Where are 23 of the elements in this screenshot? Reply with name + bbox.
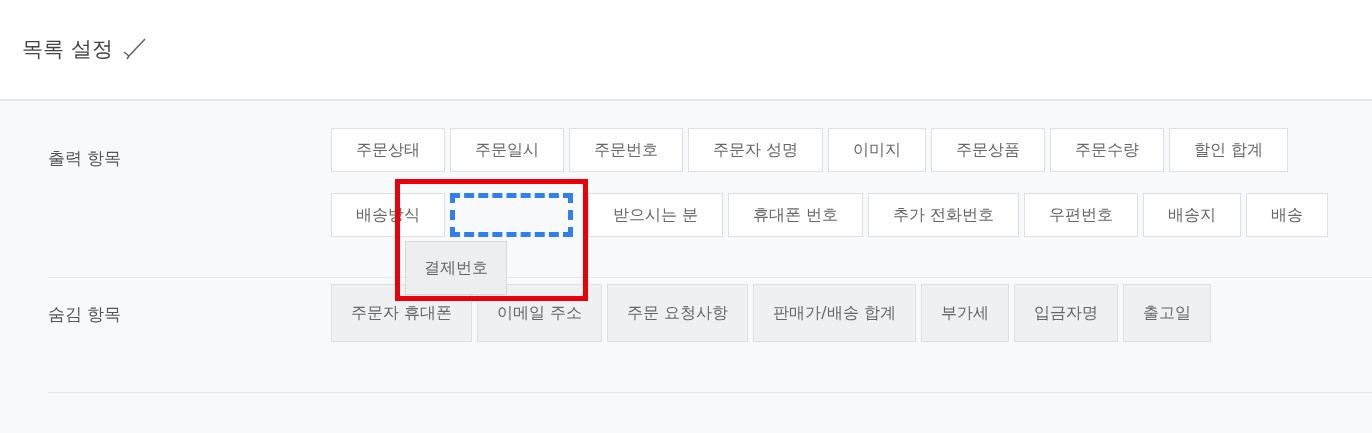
field-chip[interactable]: 우편번호 — [1024, 193, 1139, 237]
field-chip[interactable]: 주문상태 — [331, 128, 445, 172]
hidden-chip[interactable]: 부가세 — [920, 284, 1009, 342]
section-title: 목록 설정 — [22, 35, 113, 63]
field-chip[interactable]: 주문자 성명 — [688, 128, 824, 172]
field-chip[interactable]: 배송 — [1246, 193, 1329, 237]
field-chip[interactable]: 받으시는 분 — [588, 193, 724, 237]
section-label: 숨김 항목 — [48, 303, 123, 326]
hidden-chip[interactable]: 출고일 — [1122, 284, 1211, 342]
field-chip[interactable]: 휴대폰 번호 — [728, 193, 864, 237]
field-chip[interactable]: 추가 전화번호 — [868, 193, 1020, 237]
hidden-chip[interactable]: 입금자명 — [1013, 284, 1118, 342]
dragged-chip[interactable]: 결제번호 — [405, 241, 507, 295]
section-label: 출력 항목 — [48, 147, 123, 170]
field-chip[interactable]: 주문상품 — [931, 128, 1046, 172]
field-chip[interactable]: 이미지 — [828, 128, 927, 172]
field-chip[interactable]: 할인 합계 — [1169, 128, 1289, 172]
hidden-chip[interactable]: 판매가/배송 합계 — [753, 284, 916, 342]
field-chip[interactable]: 배송지 — [1143, 193, 1242, 237]
field-chip[interactable]: 주문일시 — [450, 128, 564, 172]
hidden-chip[interactable]: 주문 요청사항 — [607, 284, 749, 342]
field-chip[interactable]: 주문번호 — [569, 128, 683, 172]
field-chip[interactable]: 주문수량 — [1050, 128, 1165, 172]
